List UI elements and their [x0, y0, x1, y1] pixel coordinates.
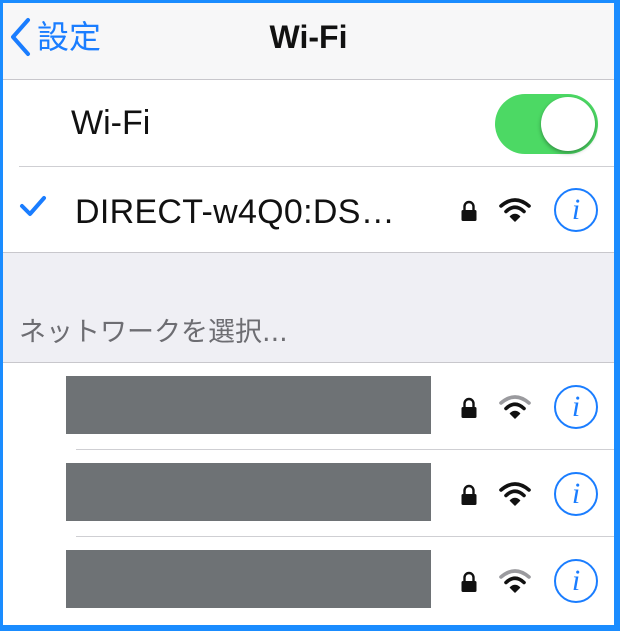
wifi-signal-icon: [499, 198, 531, 222]
wifi-signal-icon: [499, 482, 531, 506]
info-icon: i: [571, 390, 581, 423]
info-icon: i: [571, 564, 581, 597]
info-button[interactable]: i: [554, 385, 598, 429]
redacted-network-name: [66, 550, 431, 608]
wifi-signal-icon: [499, 395, 531, 419]
redacted-network-name: [66, 376, 431, 434]
lock-icon: [461, 484, 477, 505]
toggle-knob: [541, 97, 595, 151]
info-icon: i: [571, 477, 581, 510]
info-button[interactable]: i: [554, 472, 598, 516]
wifi-toggle-switch[interactable]: [495, 94, 598, 154]
lock-icon: [461, 571, 477, 592]
wifi-toggle-row: Wi-Fi: [3, 80, 614, 166]
page-title: Wi-Fi: [269, 19, 348, 55]
redacted-network-name: [66, 463, 431, 521]
connected-network-name: DIRECT-w4Q0:DS…: [75, 193, 395, 231]
info-button[interactable]: i: [554, 559, 598, 603]
screen: 設定 Wi-Fi Wi-Fi DIRECT-w4Q0:DS… i ネットワークを…: [3, 3, 614, 625]
lock-icon: [461, 200, 477, 221]
lock-icon: [461, 397, 477, 418]
info-button[interactable]: i: [554, 188, 598, 232]
navigation-bar: 設定 Wi-Fi: [3, 3, 614, 80]
wifi-toggle-label: Wi-Fi: [71, 104, 151, 142]
info-icon: i: [571, 193, 581, 226]
wifi-signal-icon: [499, 569, 531, 593]
checkmark-icon: [20, 196, 46, 216]
section-header: ネットワークを選択...: [19, 317, 288, 348]
group-bottom-divider: [3, 252, 614, 253]
